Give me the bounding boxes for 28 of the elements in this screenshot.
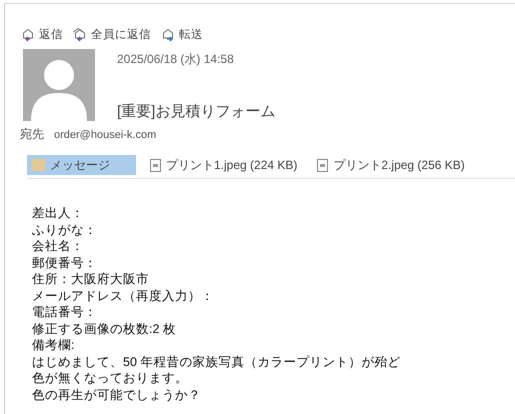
to-label: 宛先 (20, 126, 44, 143)
forward-icon (161, 26, 176, 42)
email-subject: [重要]お見積りフォーム (117, 102, 276, 121)
body-text-line: ふりがな： (32, 222, 98, 238)
recipient-address: order@housei-k.com (54, 128, 156, 140)
attachment-item[interactable]: プリント1.jpeg (224 KB) (146, 155, 304, 175)
body-text-line: 差出人： (32, 205, 85, 222)
reply-all-button[interactable]: 全員に返信 (73, 26, 151, 42)
body-text-line: はじめまして、50 年程昔の家族写真（カラープリント）が殆ど (32, 354, 402, 370)
file-icon (317, 158, 328, 172)
reply-button[interactable]: 返信 (21, 26, 63, 42)
file-icon (150, 158, 161, 172)
body-text-line: 電話番号： (32, 304, 98, 320)
forward-button[interactable]: 転送 (161, 26, 203, 42)
body-text-line: メールアドレス（再度入力）： (32, 288, 215, 304)
body-text-line: 色の再生が可能でしょうか？ (32, 386, 202, 403)
body-text-line: 修正する画像の枚数:2 枚 (32, 320, 177, 337)
body-text-line: 会社名： (32, 238, 85, 254)
body-text-line: 色が無くなっております。 (32, 370, 189, 386)
body-text-line: 住所：大阪府大阪市 (32, 271, 150, 288)
reply-icon (21, 26, 36, 42)
body-text-line: 郵便番号： (32, 254, 98, 271)
reply-icon (73, 26, 88, 42)
avatar-icon (23, 49, 95, 121)
sent-date: 2025/06/18 (水) 14:58 (117, 51, 235, 68)
message-tab[interactable]: メッセージ (27, 155, 136, 175)
attachment-item[interactable]: プリント2.jpeg (256 KB) (313, 155, 471, 175)
body-text-line: 備考欄: (32, 337, 76, 354)
